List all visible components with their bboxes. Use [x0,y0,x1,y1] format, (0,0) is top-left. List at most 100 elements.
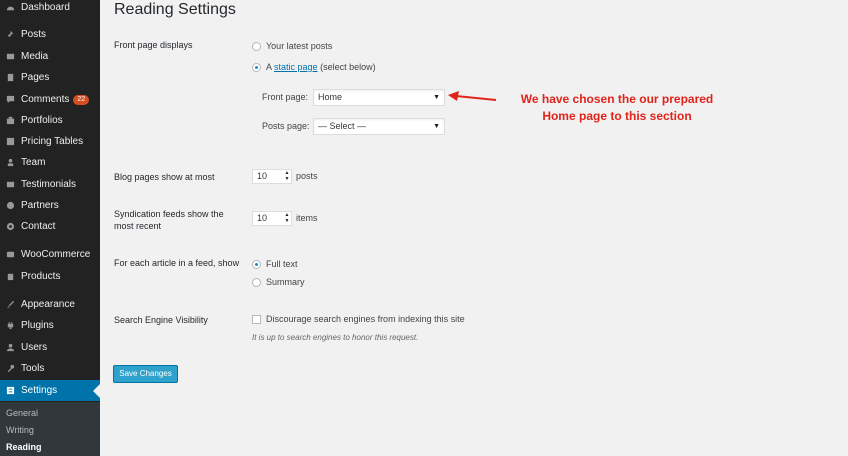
dashboard-icon [6,6,15,11]
sidebar-item-users[interactable]: Users [0,337,100,358]
products-icon [7,273,14,281]
search-engine-description: It is up to search engines to honor this… [252,333,419,342]
sidebar-item-label: Team [21,157,46,168]
radio-full-text[interactable] [252,260,261,269]
sidebar-item-label: Posts [21,29,47,40]
woocommerce-icon [6,251,15,258]
gear-icon [6,222,15,231]
sidebar-item-appearance[interactable]: Appearance [0,294,100,315]
blog-pages-input[interactable]: 10 ▲ ▼ [252,169,292,184]
blog-pages-label: Blog pages show at most [114,172,215,182]
current-menu-arrow [93,384,100,398]
static-page-link[interactable]: static page [274,62,318,72]
media-icon [6,53,15,60]
comment-icon [6,95,15,104]
static-prefix: A [266,62,272,72]
sidebar-item-label: Pages [21,72,50,83]
pricing-icon [6,137,15,146]
radio-summary-label: Summary [266,277,305,287]
static-suffix: (select below) [320,62,376,72]
plugin-icon [7,321,14,330]
syndication-value: 10 [257,213,268,223]
sidebar-item-label: Dashboard [21,2,70,13]
sidebar-item-label: Comments [21,94,70,105]
sidebar-item-label: Testimonials [21,179,77,190]
sidebar-item-posts[interactable]: Posts [0,24,100,45]
sidebar-item-portfolios[interactable]: Portfolios [0,110,100,131]
settings-icon [6,386,15,395]
pin-icon [7,30,14,38]
blog-pages-value: 10 [257,171,268,181]
search-engine-label: Search Engine Visibility [114,315,208,325]
sidebar-item-label: Contact [21,221,56,232]
team-icon [7,158,14,167]
posts-page-select-value: — Select — [318,121,367,131]
sidebar-item-label: Users [21,342,48,353]
submenu-writing[interactable]: Writing [6,425,34,435]
posts-page-select[interactable]: — Select — ▼ [313,118,445,135]
sidebar-item-label: Plugins [21,320,54,331]
annotation-line-1: We have chosen the our prepared [520,92,714,106]
discourage-search-checkbox[interactable] [252,315,261,324]
number-spinner-icon[interactable]: ▲ ▼ [283,212,291,225]
settings-submenu: General Writing Reading [0,402,100,456]
sidebar-item-label: Portfolios [21,115,63,126]
front-page-label: Front page: [262,92,309,102]
sidebar-item-label: Partners [21,200,59,211]
partners-icon [6,201,15,210]
front-page-displays-label: Front page displays [114,40,193,50]
syndication-label: Syndication feeds show the most recent [114,209,224,231]
sidebar-item-tools[interactable]: Tools [0,358,100,379]
brush-icon [6,300,15,309]
sidebar-item-media[interactable]: Media [0,46,100,67]
sidebar-item-label: Appearance [21,299,75,310]
sidebar-item-plugins[interactable]: Plugins [0,315,100,336]
radio-latest-posts-label: Your latest posts [266,41,333,51]
radio-full-text-label: Full text [266,259,298,269]
submenu-reading[interactable]: Reading [6,442,42,452]
radio-static-page[interactable] [252,63,261,72]
sidebar-item-label: Settings [21,385,58,396]
syndication-input[interactable]: 10 ▲ ▼ [252,211,292,226]
radio-static-page-label: A static page (select below) [266,62,376,72]
users-icon [6,343,15,352]
annotation-line-2: Home page to this section [542,109,692,123]
pages-icon [7,73,14,82]
page-title: Reading Settings [114,1,236,18]
sidebar-item-label: Pricing Tables [21,136,84,147]
sidebar-item-label: Media [21,51,49,62]
syndication-unit: items [296,213,318,223]
radio-latest-posts[interactable] [252,42,261,51]
discourage-search-label: Discourage search engines from indexing … [266,314,465,324]
annotation-text: We have chosen the our prepared Home pag… [510,91,724,125]
submenu-general[interactable]: General [6,408,38,418]
blog-pages-unit: posts [296,171,318,181]
sidebar-item-partners[interactable]: Partners [0,195,100,216]
chevron-down-icon: ▼ [433,123,440,130]
front-page-select[interactable]: Home ▼ [313,89,445,106]
sidebar-item-dashboard[interactable]: Dashboard [0,0,100,18]
front-page-select-value: Home [318,92,343,102]
sidebar-item-pages[interactable]: Pages [0,67,100,88]
testimonial-icon [6,181,15,188]
sidebar-item-settings[interactable]: Settings [0,380,100,401]
number-spinner-icon[interactable]: ▲ ▼ [283,170,291,183]
sidebar-item-woocommerce[interactable]: WooCommerce [0,244,100,265]
sidebar-item-label: Tools [21,363,45,374]
wrench-icon [7,364,15,373]
sidebar-item-label: Products [21,271,61,282]
comment-count-badge: 22 [73,94,90,105]
feed-article-label: For each article in a feed, show [114,258,240,268]
portfolio-icon [6,116,15,125]
save-changes-button[interactable]: Save Changes [113,365,178,383]
sidebar-item-contact[interactable]: Contact [0,216,100,237]
radio-summary[interactable] [252,278,261,287]
sidebar-item-testimonials[interactable]: Testimonials [0,174,100,195]
posts-page-label: Posts page: [262,121,310,131]
sidebar-item-products[interactable]: Products [0,266,100,287]
sidebar-item-pricing-tables[interactable]: Pricing Tables [0,131,100,152]
sidebar-item-comments[interactable]: Comments 22 [0,89,100,110]
sidebar-item-label: WooCommerce [21,249,91,260]
sidebar-item-team[interactable]: Team [0,152,100,173]
chevron-down-icon: ▼ [433,94,440,101]
